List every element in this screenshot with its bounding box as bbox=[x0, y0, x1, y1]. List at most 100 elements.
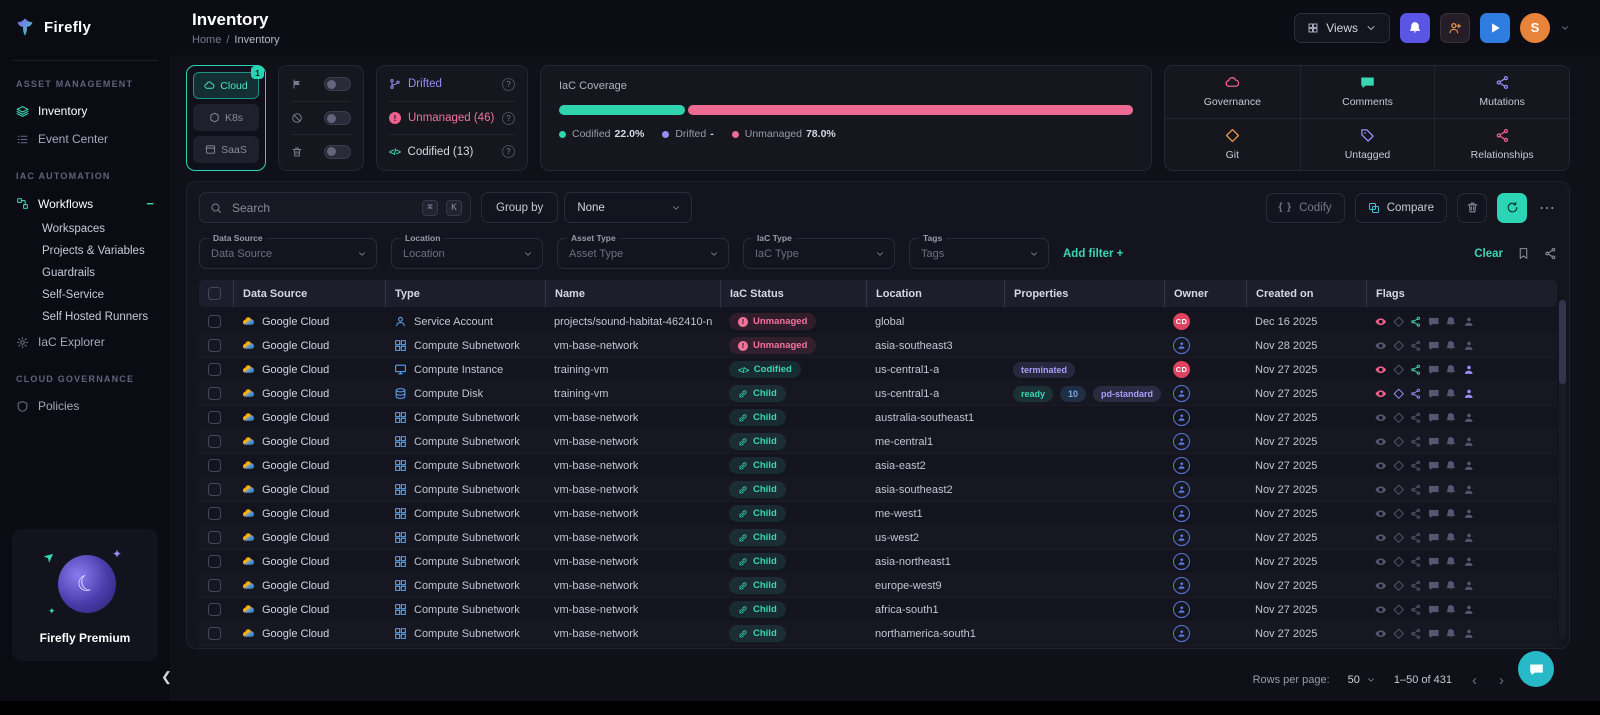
comment-flag-icon[interactable] bbox=[1428, 556, 1440, 568]
filter-data-source[interactable]: Data Source Data Source bbox=[199, 233, 377, 269]
asset-name[interactable]: vm-base-network bbox=[554, 484, 638, 496]
workflows-collapse-icon[interactable]: − bbox=[146, 196, 154, 211]
comment-flag-icon[interactable] bbox=[1428, 412, 1440, 424]
drifted-filter[interactable]: Drifted ? bbox=[389, 68, 515, 102]
eye-flag-icon[interactable] bbox=[1375, 484, 1387, 496]
rows-per-page-select[interactable]: 50 bbox=[1348, 674, 1376, 686]
person-flag-icon[interactable] bbox=[1463, 340, 1475, 352]
sidebar-item-projects-variables[interactable]: Projects & Variables bbox=[0, 240, 170, 262]
nodes-flag-icon[interactable] bbox=[1410, 436, 1422, 448]
owner-user-icon[interactable] bbox=[1173, 385, 1190, 402]
nodes-flag-icon[interactable] bbox=[1410, 412, 1422, 424]
breadcrumb-home[interactable]: Home bbox=[192, 34, 221, 46]
git-flag-icon[interactable] bbox=[1393, 460, 1405, 472]
row-checkbox[interactable] bbox=[208, 627, 221, 640]
category-git[interactable]: Git bbox=[1165, 117, 1300, 171]
invite-user-button[interactable] bbox=[1440, 12, 1470, 43]
row-checkbox[interactable] bbox=[208, 555, 221, 568]
sidebar-item-policies[interactable]: Policies bbox=[0, 392, 170, 420]
eye-flag-icon[interactable] bbox=[1375, 628, 1387, 640]
user-avatar[interactable]: S bbox=[1520, 12, 1550, 43]
filter-tags[interactable]: Tags Tags bbox=[909, 233, 1049, 269]
add-filter-button[interactable]: Add filter + bbox=[1063, 248, 1123, 260]
git-flag-icon[interactable] bbox=[1393, 484, 1405, 496]
provider-saas-button[interactable]: SaaS bbox=[193, 136, 259, 163]
owner-user-icon[interactable] bbox=[1173, 457, 1190, 474]
bell-flag-icon[interactable] bbox=[1445, 340, 1457, 352]
nodes-flag-icon[interactable] bbox=[1410, 532, 1422, 544]
clear-filters-button[interactable]: Clear bbox=[1474, 248, 1503, 260]
iac-status-badge[interactable]: </> Codified bbox=[729, 361, 801, 378]
comment-flag-icon[interactable] bbox=[1428, 388, 1440, 400]
account-menu-chevron-icon[interactable] bbox=[1560, 23, 1570, 33]
owner-avatar[interactable]: CD bbox=[1173, 361, 1190, 378]
git-flag-icon[interactable] bbox=[1393, 388, 1405, 400]
asset-name[interactable]: vm-base-network bbox=[554, 532, 638, 544]
table-row[interactable]: Google Cloud Compute Disk training-vm Ch… bbox=[199, 382, 1557, 406]
table-row[interactable]: Google Cloud Compute Subnetwork vm-base-… bbox=[199, 526, 1557, 550]
table-row[interactable]: Google Cloud Compute Subnetwork vm-base-… bbox=[199, 574, 1557, 598]
asset-name[interactable]: training-vm bbox=[554, 388, 608, 400]
owner-user-icon[interactable] bbox=[1173, 625, 1190, 642]
category-governance[interactable]: Governance bbox=[1165, 66, 1300, 118]
iac-status-badge[interactable]: Child bbox=[729, 553, 786, 570]
asset-name[interactable]: vm-base-network bbox=[554, 604, 638, 616]
iac-status-badge[interactable]: Child bbox=[729, 529, 786, 546]
table-row[interactable]: Google Cloud Compute Subnetwork vm-base-… bbox=[199, 454, 1557, 478]
bell-flag-icon[interactable] bbox=[1445, 364, 1457, 376]
person-flag-icon[interactable] bbox=[1463, 580, 1475, 592]
category-untagged[interactable]: Untagged bbox=[1299, 117, 1435, 170]
bell-flag-icon[interactable] bbox=[1445, 628, 1457, 640]
comment-flag-icon[interactable] bbox=[1428, 580, 1440, 592]
bell-flag-icon[interactable] bbox=[1445, 484, 1457, 496]
bell-flag-icon[interactable] bbox=[1445, 388, 1457, 400]
nodes-flag-icon[interactable] bbox=[1410, 580, 1422, 592]
nodes-flag-icon[interactable] bbox=[1410, 340, 1422, 352]
git-flag-icon[interactable] bbox=[1393, 556, 1405, 568]
owner-user-icon[interactable] bbox=[1173, 505, 1190, 522]
git-flag-icon[interactable] bbox=[1393, 412, 1405, 424]
person-flag-icon[interactable] bbox=[1463, 412, 1475, 424]
row-checkbox[interactable] bbox=[208, 387, 221, 400]
iac-status-badge[interactable]: ! Unmanaged bbox=[729, 313, 817, 330]
sidebar-item-inventory[interactable]: Inventory bbox=[0, 97, 170, 125]
column-header-flags[interactable]: Flags bbox=[1366, 280, 1557, 307]
nodes-flag-icon[interactable] bbox=[1410, 484, 1422, 496]
row-checkbox[interactable] bbox=[208, 435, 221, 448]
git-flag-icon[interactable] bbox=[1393, 436, 1405, 448]
bell-flag-icon[interactable] bbox=[1445, 604, 1457, 616]
eye-flag-icon[interactable] bbox=[1375, 316, 1387, 328]
iac-status-badge[interactable]: Child bbox=[729, 481, 786, 498]
iac-status-badge[interactable]: Child bbox=[729, 601, 786, 618]
sidebar-item-self-hosted-runners[interactable]: Self Hosted Runners bbox=[0, 306, 170, 328]
sidebar-item-guardrails[interactable]: Guardrails bbox=[0, 262, 170, 284]
nodes-flag-icon[interactable] bbox=[1410, 364, 1422, 376]
column-header-name[interactable]: Name bbox=[545, 280, 720, 307]
bell-flag-icon[interactable] bbox=[1445, 580, 1457, 592]
table-row[interactable]: Google Cloud Compute Subnetwork vm-base-… bbox=[199, 334, 1557, 358]
person-flag-icon[interactable] bbox=[1463, 604, 1475, 616]
iac-status-badge[interactable]: Child bbox=[729, 625, 786, 642]
person-flag-icon[interactable] bbox=[1463, 436, 1475, 448]
comment-flag-icon[interactable] bbox=[1428, 364, 1440, 376]
table-row[interactable]: Google Cloud Compute Subnetwork vm-base-… bbox=[199, 406, 1557, 430]
unmanaged-filter[interactable]: ! Unmanaged (46) ? bbox=[389, 102, 515, 136]
owner-user-icon[interactable] bbox=[1173, 481, 1190, 498]
eye-flag-icon[interactable] bbox=[1375, 604, 1387, 616]
table-scrollbar[interactable] bbox=[1559, 300, 1566, 638]
category-comments[interactable]: Comments bbox=[1299, 66, 1435, 118]
search-input[interactable] bbox=[230, 199, 414, 216]
column-header-owner[interactable]: Owner bbox=[1164, 280, 1246, 307]
nodes-flag-icon[interactable] bbox=[1410, 388, 1422, 400]
deleted-toggle[interactable] bbox=[324, 144, 351, 159]
git-flag-icon[interactable] bbox=[1393, 364, 1405, 376]
git-flag-icon[interactable] bbox=[1393, 580, 1405, 592]
git-flag-icon[interactable] bbox=[1393, 316, 1405, 328]
eye-flag-icon[interactable] bbox=[1375, 412, 1387, 424]
eye-flag-icon[interactable] bbox=[1375, 388, 1387, 400]
asset-name[interactable]: vm-base-network bbox=[554, 556, 638, 568]
git-flag-icon[interactable] bbox=[1393, 532, 1405, 544]
person-flag-icon[interactable] bbox=[1463, 388, 1475, 400]
table-row[interactable]: Google Cloud Compute Subnetwork vm-base-… bbox=[199, 550, 1557, 574]
git-flag-icon[interactable] bbox=[1393, 628, 1405, 640]
